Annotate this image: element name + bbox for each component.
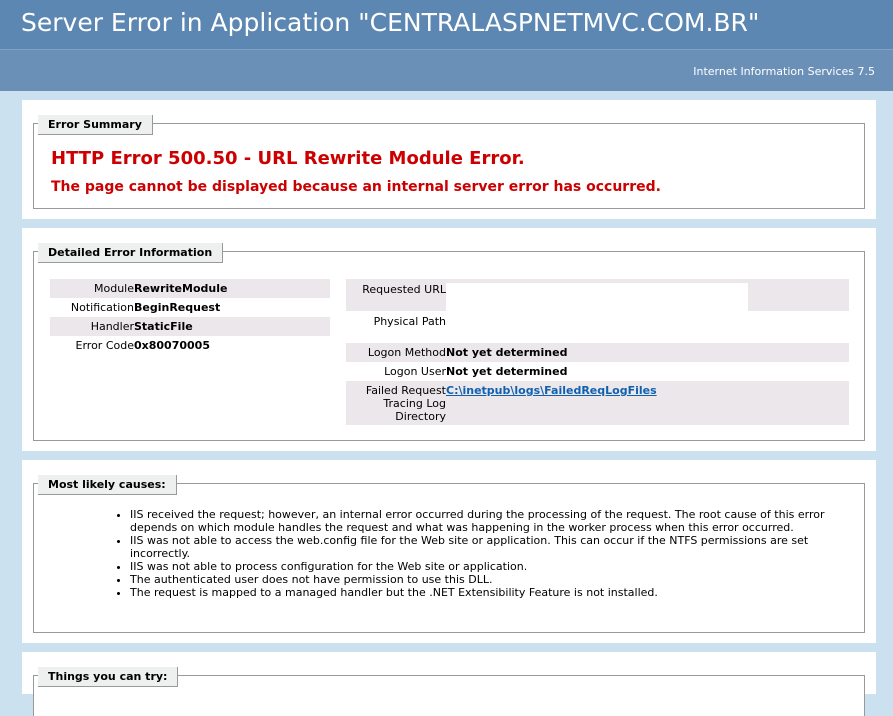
- detailed-error-box: Detailed Error Information Module Rewrit…: [33, 243, 865, 441]
- list-item: IIS received the request; however, an in…: [130, 508, 850, 534]
- server-version: Internet Information Services 7.5: [693, 65, 875, 78]
- causes-panel: Most likely causes: IIS received the req…: [22, 460, 876, 643]
- list-item: The authenticated user does not have per…: [130, 573, 850, 586]
- error-summary-panel: Error Summary HTTP Error 500.50 - URL Re…: [22, 100, 876, 219]
- logon-user-value: Not yet determined: [446, 365, 568, 378]
- detail-row-module: Module RewriteModule: [50, 279, 330, 298]
- list-item: The request is mapped to a managed handl…: [130, 586, 850, 599]
- server-banner: Internet Information Services 7.5: [0, 49, 893, 91]
- physical-path-label: Physical Path: [373, 315, 446, 328]
- detail-row-requested-url: Requested URL: [346, 279, 849, 311]
- error-heading: HTTP Error 500.50 - URL Rewrite Module E…: [51, 148, 525, 169]
- detail-row-notification: Notification BeginRequest: [50, 298, 330, 317]
- requested-url-label: Requested URL: [362, 283, 446, 296]
- module-label: Module: [94, 282, 134, 295]
- detail-row-logon-method: Logon Method Not yet determined: [346, 343, 849, 362]
- logon-method-label: Logon Method: [367, 346, 446, 359]
- logon-user-label: Logon User: [384, 365, 446, 378]
- detail-row-handler: Handler StaticFile: [50, 317, 330, 336]
- detail-row-logon-user: Logon User Not yet determined: [346, 362, 849, 381]
- causes-list: IIS received the request; however, an in…: [114, 508, 850, 599]
- list-item: IIS was not able to process configuratio…: [130, 560, 850, 573]
- things-to-try-panel: Things you can try:: [22, 652, 876, 716]
- detailed-error-panel: Detailed Error Information Module Rewrit…: [22, 228, 876, 451]
- page-header: Server Error in Application "CENTRALASPN…: [0, 0, 893, 49]
- module-value: RewriteModule: [134, 282, 228, 295]
- detail-row-failed-request: Failed Request Tracing Log Directory C:\…: [346, 381, 849, 425]
- detailed-error-legend: Detailed Error Information: [38, 243, 224, 263]
- handler-value: StaticFile: [134, 320, 193, 333]
- notification-label: Notification: [70, 301, 134, 314]
- failed-request-log-link[interactable]: C:\inetpub\logs\FailedReqLogFiles: [446, 384, 657, 397]
- error-summary-legend: Error Summary: [38, 115, 153, 135]
- list-item: IIS was not able to access the web.confi…: [130, 534, 850, 560]
- handler-label: Handler: [90, 320, 134, 333]
- detail-row-error-code: Error Code 0x80070005: [50, 336, 330, 355]
- page-title: Server Error in Application "CENTRALASPN…: [21, 8, 760, 37]
- things-to-try-legend: Things you can try:: [38, 667, 179, 687]
- detail-row-physical-path: Physical Path: [346, 311, 849, 343]
- notification-value: BeginRequest: [134, 301, 221, 314]
- logon-method-value: Not yet determined: [446, 346, 568, 359]
- error-code-label: Error Code: [75, 339, 134, 352]
- failed-request-label-line-3: Directory: [395, 410, 446, 423]
- failed-request-label-line-2: Tracing Log: [383, 397, 446, 410]
- error-summary-box: Error Summary HTTP Error 500.50 - URL Re…: [33, 115, 865, 209]
- error-message: The page cannot be displayed because an …: [51, 179, 661, 195]
- failed-request-label-line-1: Failed Request: [365, 384, 446, 397]
- things-to-try-box: Things you can try:: [33, 667, 865, 716]
- error-code-value: 0x80070005: [134, 339, 210, 352]
- requested-url-value: [446, 283, 748, 311]
- causes-legend: Most likely causes:: [38, 475, 177, 495]
- causes-box: Most likely causes: IIS received the req…: [33, 475, 865, 633]
- failed-request-label: Failed Request Tracing Log Directory: [346, 384, 446, 423]
